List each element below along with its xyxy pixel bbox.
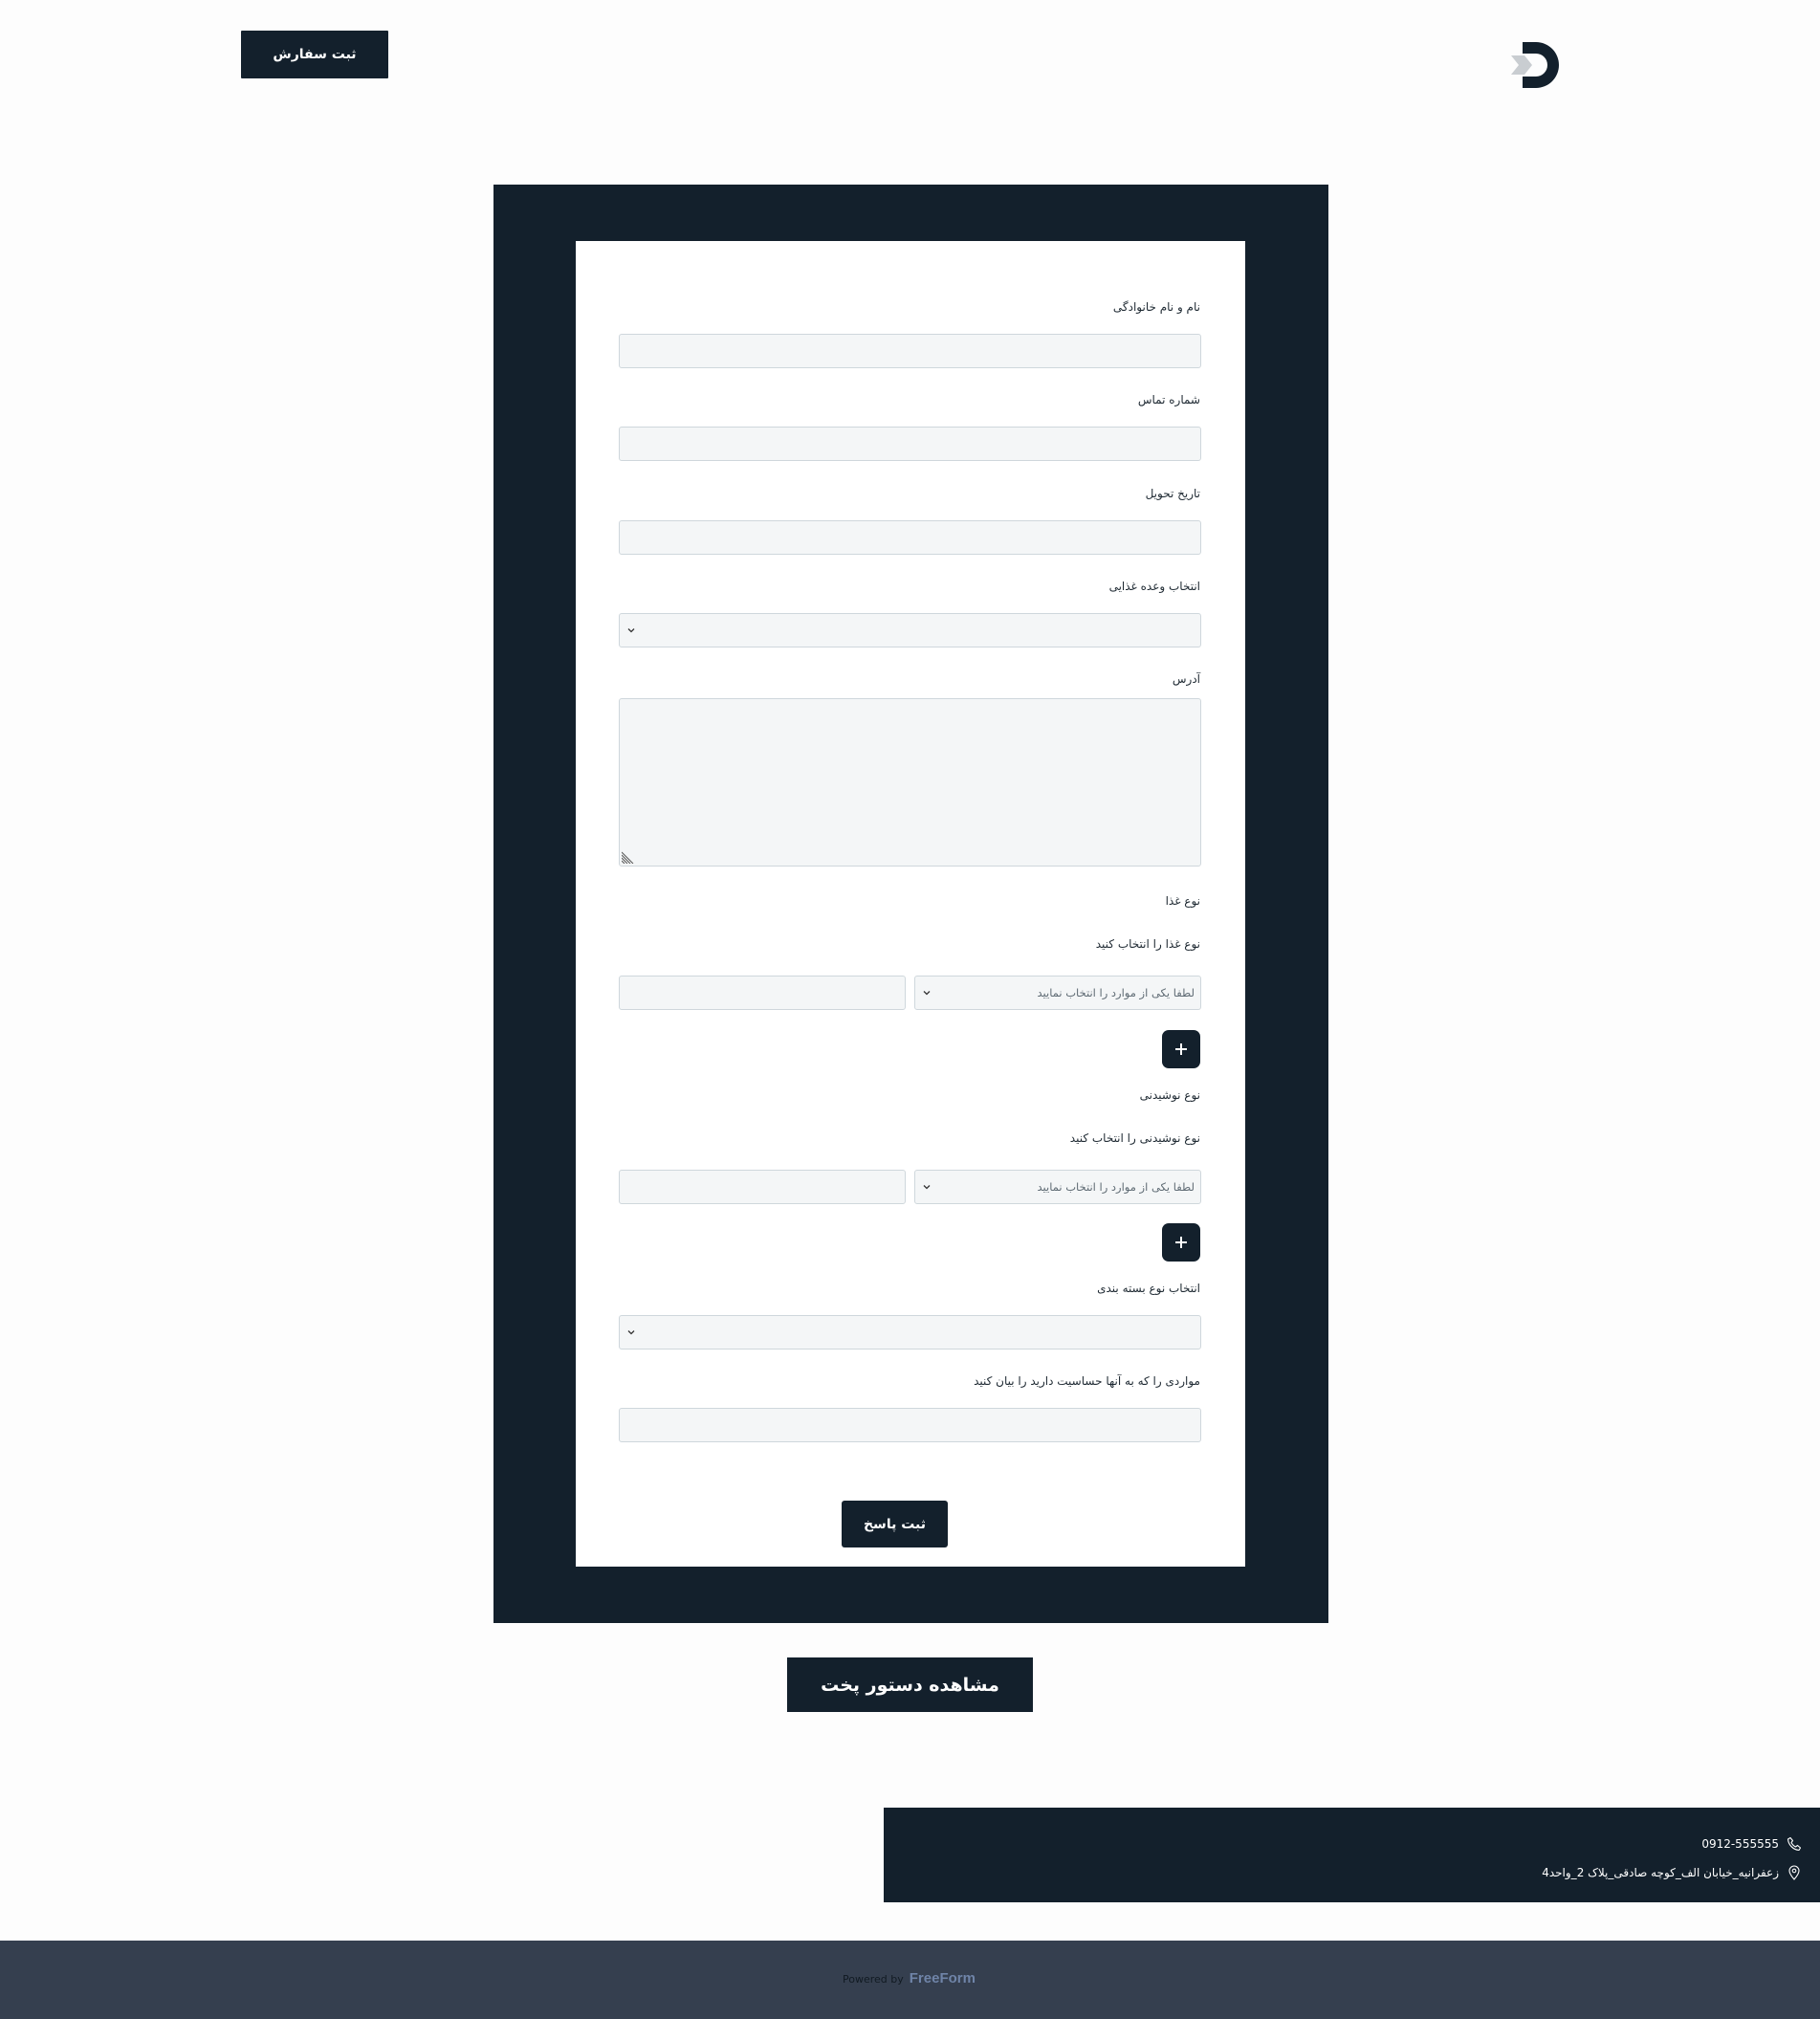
contact-phone[interactable]: 0912-555555: [1701, 1836, 1802, 1852]
food-type-sublabel: نوع غذا را انتخاب کنید: [1095, 937, 1200, 951]
delivery-date-label: تاریخ تحویل: [1145, 487, 1200, 500]
contact-panel: 0912-555555 زعفرانیه_خیابان الف_کوچه صاد…: [884, 1808, 1820, 1902]
food-type-placeholder: لطفا یکی از موارد را انتخاب نمایید: [1037, 986, 1195, 999]
add-food-button[interactable]: [1162, 1030, 1200, 1068]
contact-address-text: زعفرانیه_خیابان الف_کوچه صادقی_پلاک 2_وا…: [1542, 1866, 1779, 1879]
powered-by: Powered by FreeForm: [843, 1970, 976, 1986]
packaging-select[interactable]: [619, 1315, 1201, 1350]
view-recipe-button[interactable]: مشاهده دستور پخت: [787, 1657, 1033, 1712]
location-pin-icon: [1788, 1865, 1800, 1880]
plus-icon: [1175, 1043, 1187, 1055]
drink-type-select[interactable]: لطفا یکی از موارد را انتخاب نمایید: [914, 1170, 1201, 1204]
contact-address: زعفرانیه_خیابان الف_کوچه صادقی_پلاک 2_وا…: [1542, 1865, 1802, 1880]
food-type-label: نوع غذا: [1165, 894, 1200, 908]
plus-icon: [1175, 1237, 1187, 1248]
brand-logo-icon[interactable]: [1509, 38, 1563, 92]
food-type-select[interactable]: لطفا یکی از موارد را انتخاب نمایید: [914, 976, 1201, 1010]
meal-label: انتخاب وعده غذایی: [1108, 580, 1200, 593]
phone-label: شماره تماس: [1137, 393, 1200, 406]
chevron-down-icon: [627, 628, 635, 633]
order-form: نام و نام خانوادگی شماره تماس تاریخ تحوی…: [576, 241, 1245, 1567]
address-label: آدرس: [1172, 672, 1200, 686]
powered-by-text: Powered by: [843, 1973, 904, 1986]
drink-type-placeholder: لطفا یکی از موارد را انتخاب نمایید: [1037, 1180, 1195, 1194]
add-drink-button[interactable]: [1162, 1223, 1200, 1262]
delivery-date-input[interactable]: [619, 520, 1201, 555]
drink-quantity-input[interactable]: [619, 1170, 906, 1204]
submit-button[interactable]: ثبت پاسخ: [842, 1501, 948, 1547]
resize-grip-icon[interactable]: [622, 850, 635, 864]
chevron-down-icon: [923, 991, 931, 996]
freeform-brand-link[interactable]: FreeForm: [910, 1970, 976, 1986]
food-quantity-input[interactable]: [619, 976, 906, 1010]
drink-type-sublabel: نوع نوشیدنی را انتخاب کنید: [1069, 1131, 1200, 1145]
phone-icon: [1787, 1836, 1802, 1852]
address-textarea[interactable]: [619, 698, 1201, 867]
contact-phone-text: 0912-555555: [1701, 1837, 1779, 1851]
order-button[interactable]: ثبت سفارش: [241, 31, 388, 78]
meal-select[interactable]: [619, 613, 1201, 647]
phone-input[interactable]: [619, 427, 1201, 461]
allergies-label: مواردی را که به آنها حساسیت دارید را بیا…: [974, 1374, 1200, 1388]
packaging-label: انتخاب نوع بسته بندی: [1097, 1282, 1200, 1295]
chevron-down-icon: [627, 1330, 635, 1335]
allergies-input[interactable]: [619, 1408, 1201, 1442]
full-name-label: نام و نام خانوادگی: [1112, 300, 1200, 314]
drink-type-label: نوع نوشیدنی: [1139, 1088, 1200, 1102]
full-name-input[interactable]: [619, 334, 1201, 368]
chevron-down-icon: [923, 1185, 931, 1190]
